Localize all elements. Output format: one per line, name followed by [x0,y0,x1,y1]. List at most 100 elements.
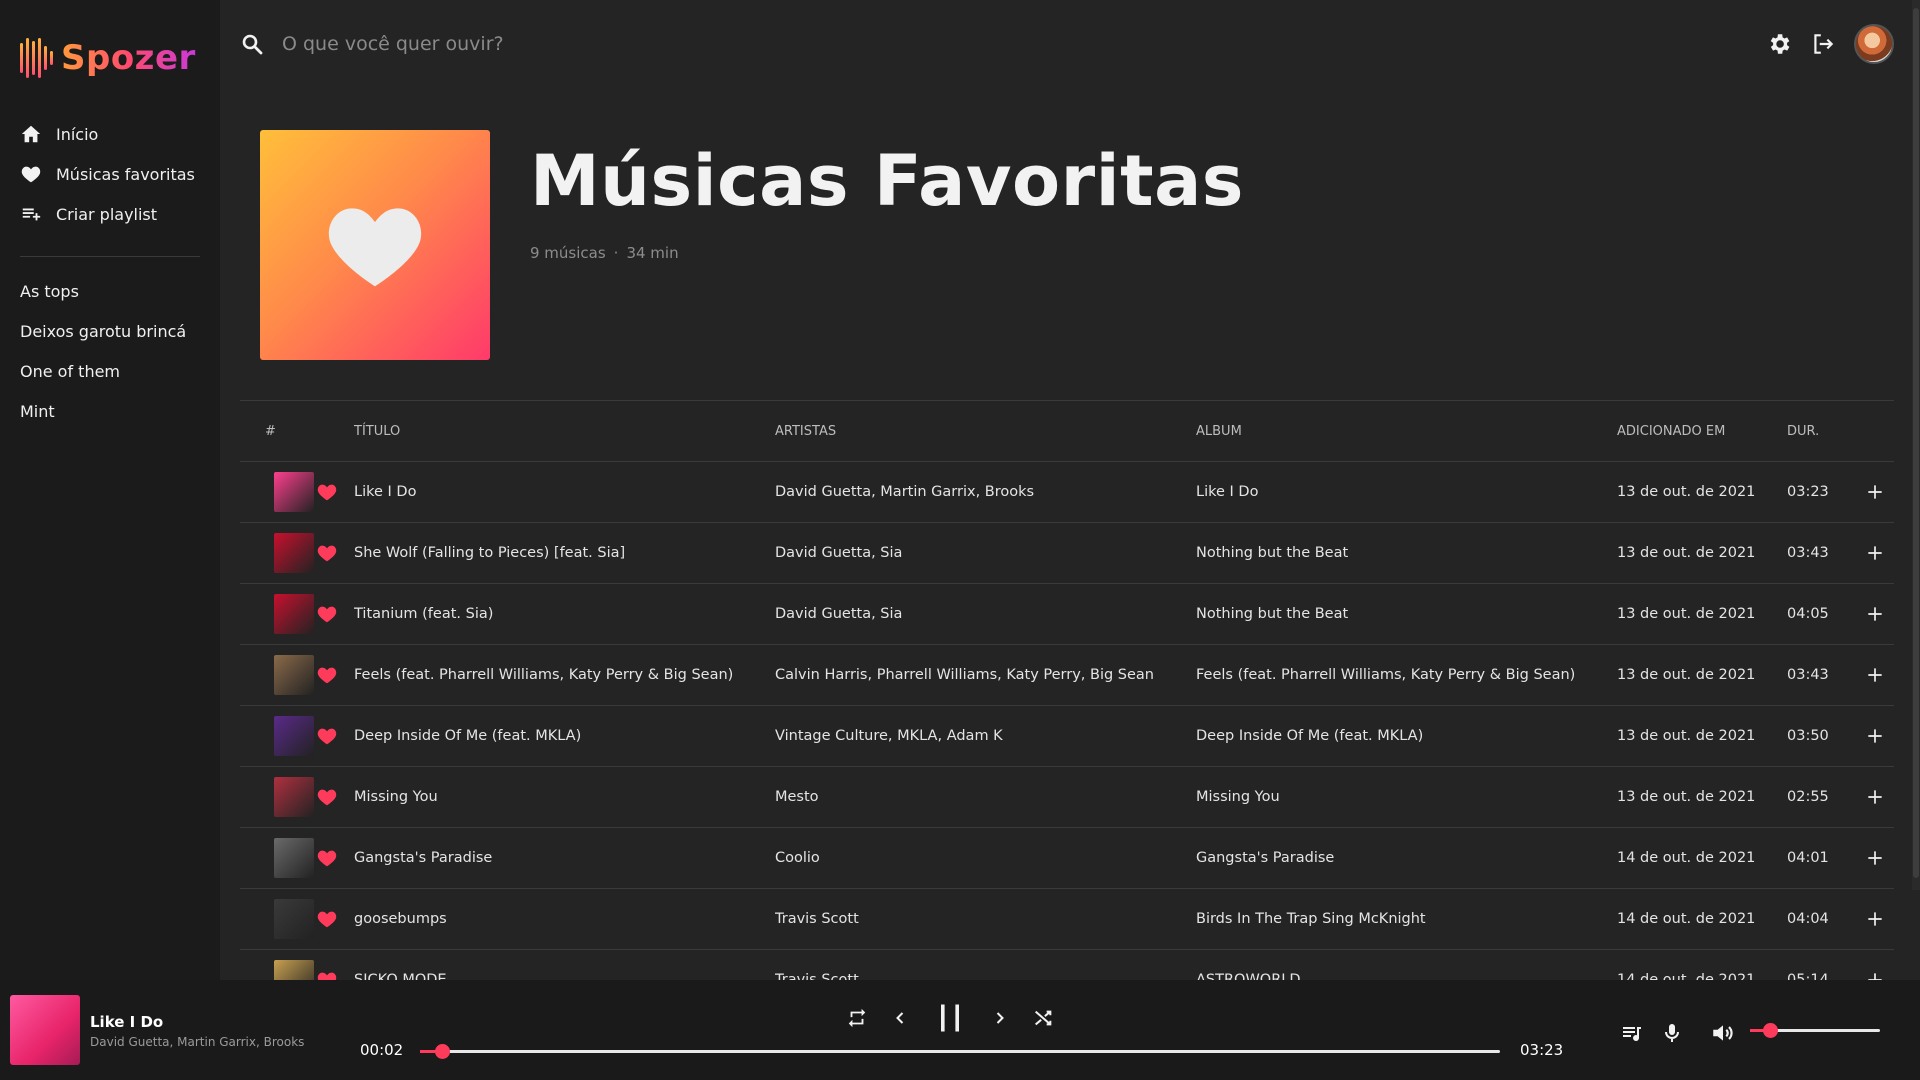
heart-icon [317,850,337,867]
row-duration: 04:05 [1787,606,1829,622]
table-row[interactable]: goosebumps Travis Scott Birds In The Trap … [240,889,1894,950]
sidebar-playlist-item[interactable]: Mint [20,391,200,431]
row-duration: 02:55 [1787,789,1829,805]
now-playing-title[interactable]: Like I Do [90,1013,163,1031]
topbar-actions [1766,24,1894,64]
row-title[interactable]: She Wolf (Falling to Pieces) [feat. Sia] [354,545,775,561]
queue-icon[interactable] [1620,1021,1644,1045]
next-button[interactable] [990,1008,1010,1028]
volume-slider-handle[interactable] [1762,1023,1778,1038]
extra-controls [1620,1020,1736,1046]
col-artists-header: ARTISTAS [775,423,837,439]
row-title[interactable]: goosebumps [354,911,775,927]
row-title[interactable]: Like I Do [354,484,775,500]
add-to-playlist-button[interactable] [1855,787,1894,807]
sidebar-item-favoritas[interactable]: Músicas favoritas [20,154,200,194]
favorite-button[interactable] [300,481,354,503]
row-added: 13 de out. de 2021 [1617,606,1756,622]
sidebar-item-criar-playlist[interactable]: Criar playlist [20,194,200,234]
favorite-button[interactable] [300,725,354,747]
app-root: Spozer Início Músicas favoritas Criar pl… [0,0,1920,1080]
search-icon[interactable] [240,32,264,56]
row-added: 13 de out. de 2021 [1617,728,1756,744]
table-row[interactable]: Like I Do David Guetta, Martin Garrix, Br… [240,462,1894,523]
row-thumb-cell [240,777,314,817]
playback-controls [846,1000,1054,1036]
shuffle-button[interactable] [1032,1007,1054,1029]
add-to-playlist-button[interactable] [1855,543,1894,563]
row-album[interactable]: Gangsta's Paradise [1196,850,1617,866]
microphone-icon[interactable] [1660,1021,1684,1045]
favorite-button[interactable] [300,542,354,564]
volume-slider[interactable] [1750,1023,1880,1038]
playlist-meta: 9 músicas · 34 min [530,244,679,262]
row-album[interactable]: Nothing but the Beat [1196,606,1617,622]
row-title[interactable]: Gangsta's Paradise [354,850,775,866]
table-row[interactable]: Titanium (feat. Sia) David Guetta, Sia Not… [240,584,1894,645]
table-row[interactable]: She Wolf (Falling to Pieces) [feat. Sia]… [240,523,1894,584]
seek-bar[interactable] [420,1044,1500,1059]
row-artists[interactable]: Coolio [775,850,1196,866]
player-bar: Like I Do David Guetta, Martin Garrix, B… [0,980,1920,1080]
sidebar-playlist-item[interactable]: As tops [20,271,200,311]
now-playing-cover[interactable] [10,995,80,1065]
repeat-button[interactable] [846,1007,868,1029]
row-artists[interactable]: Vintage Culture, MKLA, Adam K [775,728,1196,744]
sidebar-playlist-item[interactable]: Deixos garotu brincá [20,311,200,351]
favorite-button[interactable] [300,603,354,625]
favorite-button[interactable] [300,908,354,930]
previous-button[interactable] [890,1008,910,1028]
search-input[interactable] [282,26,882,62]
row-album[interactable]: Missing You [1196,789,1617,805]
add-to-playlist-button[interactable] [1855,665,1894,685]
row-album[interactable]: Deep Inside Of Me (feat. MKLA) [1196,728,1617,744]
add-to-playlist-button[interactable] [1855,726,1894,746]
row-title[interactable]: Titanium (feat. Sia) [354,606,775,622]
seek-bar-handle[interactable] [434,1044,450,1059]
row-artists[interactable]: Calvin Harris, Pharrell Williams, Katy P… [775,667,1196,683]
row-album[interactable]: Feels (feat. Pharrell Williams, Katy Per… [1196,667,1617,683]
sidebar-playlist-item[interactable]: One of them [20,351,200,391]
table-row[interactable]: Deep Inside Of Me (feat. MKLA) Vintage Cu… [240,706,1894,767]
avatar[interactable] [1854,24,1894,64]
row-title[interactable]: Missing You [354,789,775,805]
favorite-button[interactable] [300,847,354,869]
row-title[interactable]: Deep Inside Of Me (feat. MKLA) [354,728,775,744]
logout-icon[interactable] [1810,31,1836,57]
total-time: 03:23 [1520,1041,1564,1059]
gear-icon[interactable] [1766,31,1792,57]
scrollbar-thumb[interactable] [1913,8,1919,878]
favorite-button[interactable] [300,664,354,686]
add-to-playlist-button[interactable] [1855,909,1894,929]
table-row[interactable]: Missing You Mesto Missing You 13 de out. de… [240,767,1894,828]
add-to-playlist-button[interactable] [1855,482,1894,502]
row-album[interactable]: Nothing but the Beat [1196,545,1617,561]
playlist-add-icon [22,208,41,221]
table-row[interactable]: Gangsta's Paradise Coolio Gangsta's Paradi… [240,828,1894,889]
row-thumb-cell [240,838,314,878]
row-artists[interactable]: David Guetta, Sia [775,606,1196,622]
now-playing-artist[interactable]: David Guetta, Martin Garrix, Brooks [90,1035,304,1049]
row-artists[interactable]: David Guetta, Sia [775,545,1196,561]
row-artists[interactable]: David Guetta, Martin Garrix, Brooks [775,484,1196,500]
add-to-playlist-button[interactable] [1855,604,1894,624]
songs-table: # TÍTULO ARTISTAS ALBUM ADICIONADO EM DU… [240,400,1894,1011]
pause-button[interactable] [932,1000,968,1036]
sidebar-item-inicio[interactable]: Início [20,114,200,154]
row-artists[interactable]: Mesto [775,789,1196,805]
playlist-cover [260,130,490,360]
table-row[interactable]: Feels (feat. Pharrell Williams, Katy Per… [240,645,1894,706]
heart-icon [317,545,337,562]
scrollbar[interactable] [1912,0,1920,890]
row-artists[interactable]: Travis Scott [775,911,1196,927]
row-title[interactable]: Feels (feat. Pharrell Williams, Katy Per… [354,667,775,683]
favorite-button[interactable] [300,786,354,808]
row-album[interactable]: Like I Do [1196,484,1617,500]
table-header: # TÍTULO ARTISTAS ALBUM ADICIONADO EM DU… [240,400,1894,462]
row-album[interactable]: Birds In The Trap Sing McKnight [1196,911,1617,927]
plus-icon [1867,485,1882,499]
volume-icon[interactable] [1710,1020,1736,1046]
logo[interactable]: Spozer [20,38,200,78]
row-added: 14 de out. de 2021 [1617,911,1756,927]
add-to-playlist-button[interactable] [1855,848,1894,868]
